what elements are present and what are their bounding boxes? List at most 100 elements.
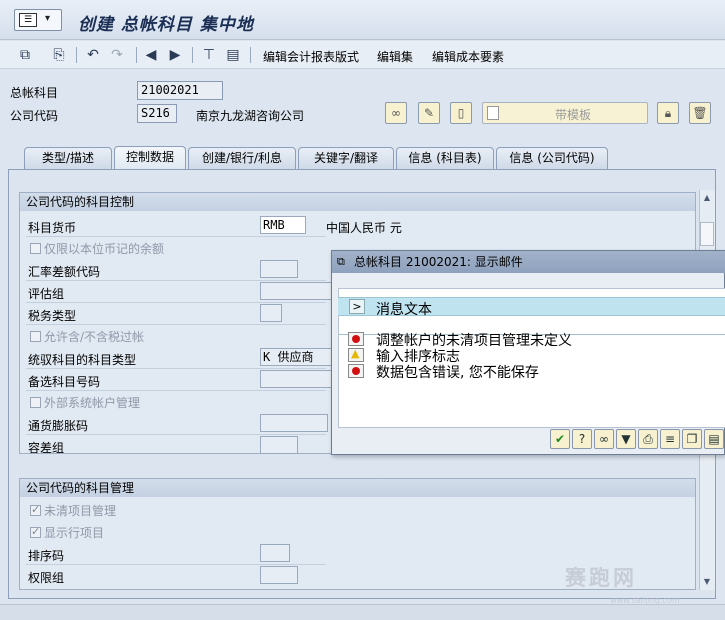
gl-account-field[interactable]: 21002021	[137, 81, 223, 100]
tax-category-label: 税务类型	[28, 309, 77, 323]
settings-icon[interactable]: ⊤	[200, 46, 218, 64]
message-text: 数据包含错误, 您不能保存	[376, 365, 539, 381]
menu-button[interactable]: ☰ ▾	[14, 9, 62, 31]
dialog-window-icon: ⧉	[337, 255, 345, 268]
tab-info-chart[interactable]: 信息 (科目表)	[396, 147, 494, 169]
tab-info-company-code[interactable]: 信息 (公司代码)	[496, 147, 608, 169]
alt-account-field[interactable]	[260, 370, 332, 388]
inflation-key-label: 通货膨胀码	[28, 419, 89, 433]
warning-icon	[348, 347, 364, 362]
status-bar	[0, 604, 725, 620]
tab-keyword-translation[interactable]: 关键字/翻译	[298, 147, 394, 169]
message-row[interactable]: 输入排序标志	[338, 347, 725, 365]
tolerance-group-label: 容差组	[28, 441, 65, 455]
open-item-checkbox[interactable]	[30, 503, 41, 516]
dialog-title: 总帐科目 21002021: 显示邮件	[332, 251, 725, 273]
message-row[interactable]: 数据包含错误, 您不能保存	[338, 363, 725, 381]
edit-set-link[interactable]: 编辑集	[377, 48, 413, 65]
doc-icon	[487, 106, 499, 120]
tolerance-group-field[interactable]	[260, 436, 298, 454]
undo-icon[interactable]: ↶	[84, 46, 102, 64]
with-template-label: 带模板	[555, 108, 592, 122]
previous-icon[interactable]: ◀	[142, 46, 160, 64]
group-title: 公司代码的科目管理	[20, 479, 695, 497]
pencil-icon[interactable]: ✎	[418, 102, 440, 124]
recon-account-label: 统驭科目的科目类型	[28, 353, 137, 367]
row-divider	[26, 368, 326, 369]
tab-strip: 类型/描述 控制数据 创建/银行/利息 关键字/翻译 信息 (科目表) 信息 (…	[14, 146, 714, 170]
line-items-checkbox[interactable]	[30, 525, 41, 538]
alt-account-label: 备选科目号码	[28, 375, 101, 389]
row-divider	[26, 324, 326, 325]
redo-icon[interactable]: ↷	[108, 46, 126, 64]
scroll-thumb[interactable]	[700, 222, 714, 246]
currency-name: 中国人民币 元	[326, 221, 402, 235]
row-divider	[26, 302, 326, 303]
next-icon[interactable]: ▶	[166, 46, 184, 64]
edit-fs-version-link[interactable]: 编辑会计报表版式	[263, 48, 359, 65]
export-icon[interactable]: ▤	[704, 429, 724, 449]
fx-diff-label: 汇率差额代码	[28, 265, 101, 279]
other-object-icon[interactable]: ⎘	[50, 46, 68, 64]
open-item-label: 未清项目管理	[44, 504, 117, 518]
group-title: 公司代码的科目控制	[20, 193, 695, 211]
application-toolbar: ⧉ ⎘ ↶ ↷ ◀ ▶ ⊤ ▤ 编辑会计报表版式 编辑集 编辑成本要素	[0, 41, 725, 69]
toolbar-separator	[250, 47, 251, 63]
with-template-button[interactable]: 带模板	[482, 102, 648, 124]
confirm-icon[interactable]: ✔	[550, 429, 570, 449]
ext-mgmt-label: 外部系统帐户管理	[44, 396, 141, 410]
row-divider	[26, 280, 326, 281]
help-icon[interactable]: ?	[572, 429, 592, 449]
toolbar-separator	[136, 47, 137, 63]
row-divider	[26, 236, 326, 237]
doc-icon[interactable]: ▤	[224, 46, 242, 64]
toolbar-separator	[76, 47, 77, 63]
valuation-group-field[interactable]	[260, 282, 332, 300]
company-code-field[interactable]: S216	[137, 104, 177, 123]
message-row[interactable]: 调整帐户的未清项目管理未定义	[338, 331, 725, 349]
currency-field[interactable]: RMB	[260, 216, 306, 234]
glasses-icon[interactable]: ∞	[385, 102, 407, 124]
local-currency-label: 仅限以本位币记的余额	[44, 242, 165, 256]
row-divider	[26, 564, 326, 565]
inflation-key-field[interactable]	[260, 414, 328, 432]
trash-icon[interactable]: 🗑︎	[689, 102, 711, 124]
dialog-toolbar: ✔ ? ∞ ▼ ⎙ ≡ ❐ ▤	[550, 429, 725, 451]
ext-mgmt-checkbox[interactable]	[30, 397, 41, 408]
error-icon	[348, 364, 364, 378]
error-icon	[348, 332, 364, 346]
technical-info-icon[interactable]: ∞	[594, 429, 614, 449]
filter-icon[interactable]: ▼	[616, 429, 636, 449]
sort-key-label: 排序码	[28, 549, 65, 563]
fx-diff-field[interactable]	[260, 260, 298, 278]
post-without-tax-checkbox[interactable]	[30, 331, 41, 342]
copy-icon[interactable]: ❐	[682, 429, 702, 449]
tab-create-bank-interest[interactable]: 创建/银行/利息	[188, 147, 296, 169]
sort-key-field[interactable]	[260, 544, 290, 562]
edit-cost-element-link[interactable]: 编辑成本要素	[432, 48, 504, 65]
message-text-header: 消息文本	[376, 302, 432, 318]
sort-icon[interactable]: ≡	[660, 429, 680, 449]
gl-account-label: 总帐科目	[10, 86, 59, 100]
print-icon[interactable]: ⎙	[638, 429, 658, 449]
sap-menu-icon: ☰	[19, 13, 37, 27]
auth-group-field[interactable]	[260, 566, 298, 584]
expand-arrow-icon[interactable]: >	[349, 299, 365, 314]
new-doc-icon[interactable]: ▯	[450, 102, 472, 124]
tax-category-field[interactable]	[260, 304, 282, 322]
lock-icon[interactable]: 🔒︎	[657, 102, 679, 124]
line-items-label: 显示行项目	[44, 526, 105, 540]
row-divider	[26, 390, 326, 391]
recon-account-field[interactable]: K 供应商	[260, 348, 332, 366]
post-without-tax-label: 允许含/不含税过帐	[44, 330, 145, 344]
title-bar: ☰ ▾ 创建 总帐科目 集中地	[0, 0, 725, 40]
message-list-header: > 消息文本	[338, 297, 725, 318]
currency-label: 科目货币	[28, 221, 77, 235]
message-dialog: 总帐科目 21002021: 显示邮件 ⧉ > 消息文本 调整帐户的未清项目管理…	[331, 250, 725, 455]
tab-type-description[interactable]: 类型/描述	[24, 147, 112, 169]
tab-control-data[interactable]: 控制数据	[114, 146, 186, 170]
local-currency-checkbox[interactable]	[30, 243, 41, 254]
company-name: 南京九龙湖咨询公司	[196, 109, 305, 123]
display-change-icon[interactable]: ⧉	[16, 46, 34, 64]
scroll-up-icon[interactable]: ▲	[699, 190, 715, 206]
